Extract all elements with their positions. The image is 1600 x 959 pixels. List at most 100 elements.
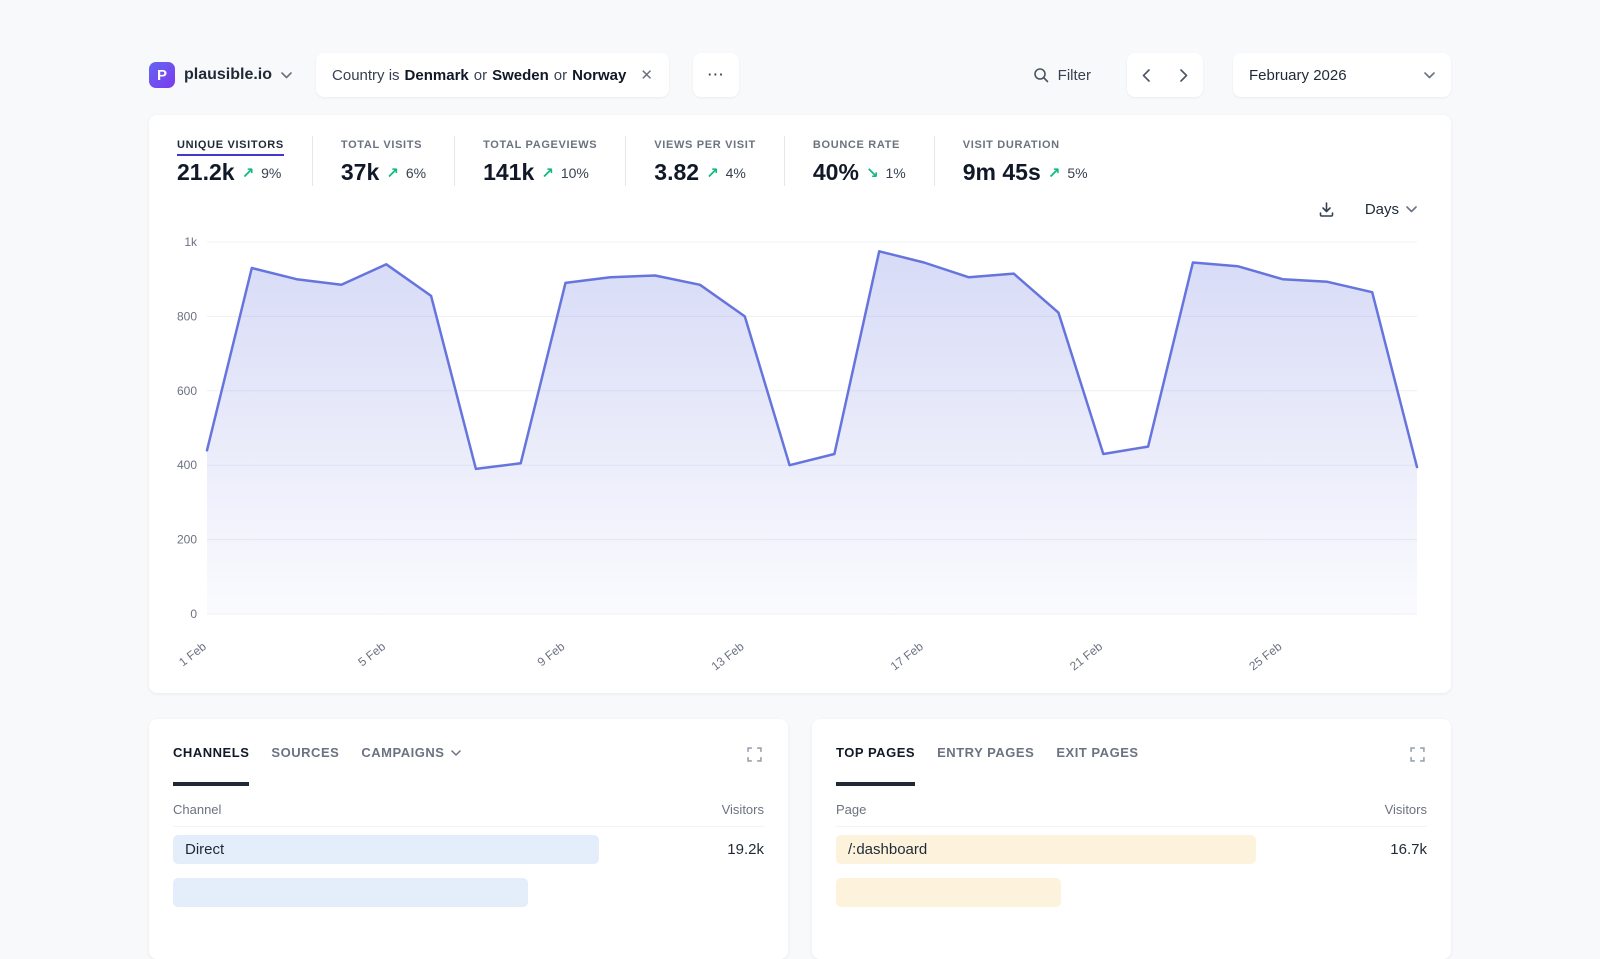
filter-prefix: Country is — [332, 67, 400, 84]
stat-label: VIEWS PER VISIT — [654, 139, 756, 151]
filter-button[interactable]: Filter — [1027, 66, 1097, 85]
chevron-right-icon — [1180, 69, 1188, 82]
trend-up-icon: ↗ — [242, 164, 255, 182]
trend-down-icon: ↘ — [866, 164, 879, 182]
date-picker[interactable]: February 2026 — [1233, 53, 1451, 97]
tab-top-pages[interactable]: TOP PAGES — [836, 745, 915, 786]
stat-change: 9% — [261, 165, 281, 181]
tab-exit-pages[interactable]: EXIT PAGES — [1056, 745, 1138, 786]
stat-views-per-visit[interactable]: VIEWS PER VISIT 3.82 ↗ 4% — [654, 135, 784, 186]
stat-change: 4% — [726, 165, 746, 181]
table-header: Channel Visitors — [173, 802, 764, 827]
trend-up-icon: ↗ — [706, 164, 719, 182]
row-bar — [173, 835, 599, 864]
svg-text:200: 200 — [177, 533, 197, 547]
table-row[interactable]: /:dashboard 16.7k — [836, 834, 1427, 865]
prev-period-button[interactable] — [1127, 53, 1165, 97]
stat-unique-visitors[interactable]: UNIQUE VISITORS 21.2k ↗ 9% — [177, 135, 312, 186]
table-row[interactable] — [836, 877, 1427, 908]
chevron-down-icon — [451, 750, 461, 756]
table-row[interactable] — [173, 877, 764, 908]
row-value: 16.7k — [1390, 841, 1427, 858]
svg-text:600: 600 — [177, 384, 197, 398]
trend-up-icon: ↗ — [386, 164, 399, 182]
interval-label: Days — [1365, 201, 1399, 218]
tab-label: SOURCES — [271, 745, 339, 760]
tab-label: ENTRY PAGES — [937, 745, 1034, 760]
row-bar — [836, 878, 1061, 907]
country-filter-pill[interactable]: Country is Denmark or Sweden or Norway ✕ — [316, 53, 669, 97]
channels-panel: CHANNELS SOURCES CAMPAIGNS Channel Visit… — [149, 719, 788, 959]
svg-text:21 Feb: 21 Feb — [1067, 639, 1105, 673]
stat-bounce-rate[interactable]: BOUNCE RATE 40% ↘ 1% — [813, 135, 934, 186]
stat-visit-duration[interactable]: VISIT DURATION 9m 45s ↗ 5% — [963, 135, 1116, 186]
dashboard: P plausible.io Country is Denmark or Swe… — [149, 0, 1451, 959]
svg-text:1 Feb: 1 Feb — [176, 639, 209, 669]
svg-text:0: 0 — [190, 607, 197, 621]
filter-country-2: Sweden — [492, 67, 549, 84]
visitors-chart[interactable]: 0 200 400 600 800 1k 1 Feb 5 Feb 9 Feb 13 Feb 17 F… — [163, 232, 1423, 689]
svg-text:13 Feb: 13 Feb — [709, 639, 747, 673]
next-period-button[interactable] — [1165, 53, 1203, 97]
tab-campaigns[interactable]: CAMPAIGNS — [361, 745, 460, 786]
interval-select[interactable]: Days — [1359, 200, 1423, 219]
tab-sources[interactable]: SOURCES — [271, 745, 339, 786]
trend-up-icon: ↗ — [1048, 164, 1061, 182]
topbar: P plausible.io Country is Denmark or Swe… — [149, 53, 1451, 97]
stat-value: 40% — [813, 159, 859, 186]
download-chart-button[interactable] — [1312, 200, 1341, 219]
analytics-card: UNIQUE VISITORS 21.2k ↗ 9% TOTAL VISITS … — [149, 115, 1451, 693]
row-bar — [173, 878, 528, 907]
topbar-right: Filter February 2026 — [1027, 53, 1451, 97]
svg-text:9 Feb: 9 Feb — [535, 639, 568, 669]
stat-value: 3.82 — [654, 159, 699, 186]
more-filters-button[interactable]: ⋯ — [693, 53, 739, 97]
table-header: Page Visitors — [836, 802, 1427, 827]
download-icon — [1318, 201, 1335, 218]
svg-text:25 Feb: 25 Feb — [1246, 639, 1284, 673]
chevron-down-icon — [281, 72, 292, 79]
filter-button-label: Filter — [1058, 67, 1091, 84]
stat-value: 37k — [341, 159, 379, 186]
topbar-left: P plausible.io Country is Denmark or Swe… — [149, 53, 739, 97]
stat-total-visits[interactable]: TOTAL VISITS 37k ↗ 6% — [341, 135, 454, 186]
chevron-down-icon — [1406, 206, 1417, 213]
svg-text:5 Feb: 5 Feb — [355, 639, 388, 669]
tab-channels[interactable]: CHANNELS — [173, 745, 249, 786]
filter-country-1: Denmark — [405, 67, 469, 84]
remove-filter-icon[interactable]: ✕ — [640, 68, 653, 83]
divider — [312, 136, 313, 186]
divider — [784, 136, 785, 186]
table-row[interactable]: Direct 19.2k — [173, 834, 764, 865]
tab-label: CHANNELS — [173, 745, 249, 760]
site-name: plausible.io — [184, 66, 272, 84]
svg-text:17 Feb: 17 Feb — [888, 639, 926, 673]
row-value: 19.2k — [727, 841, 764, 858]
trend-up-icon: ↗ — [541, 164, 554, 182]
expand-panel-icon[interactable] — [1408, 745, 1427, 767]
plausible-logo-icon: P — [149, 62, 175, 88]
svg-text:800: 800 — [177, 309, 197, 323]
stat-label: TOTAL PAGEVIEWS — [483, 139, 597, 151]
tab-entry-pages[interactable]: ENTRY PAGES — [937, 745, 1034, 786]
column-name: Page — [836, 802, 866, 817]
stat-total-pageviews[interactable]: TOTAL PAGEVIEWS 141k ↗ 10% — [483, 135, 625, 186]
divider — [625, 136, 626, 186]
stat-value: 9m 45s — [963, 159, 1041, 186]
tab-label: CAMPAIGNS — [361, 745, 444, 760]
column-name: Channel — [173, 802, 221, 817]
chart-toolbar: Days — [177, 194, 1423, 224]
filter-or-2: or — [554, 67, 567, 84]
stat-change: 10% — [561, 165, 589, 181]
date-picker-label: February 2026 — [1249, 67, 1347, 84]
tab-label: TOP PAGES — [836, 745, 915, 760]
row-label: Direct — [173, 841, 224, 858]
divider — [934, 136, 935, 186]
stat-value: 141k — [483, 159, 534, 186]
site-picker[interactable]: P plausible.io — [149, 62, 292, 88]
stat-change: 5% — [1067, 165, 1087, 181]
expand-panel-icon[interactable] — [745, 745, 764, 767]
svg-text:1k: 1k — [184, 235, 198, 249]
svg-text:400: 400 — [177, 458, 197, 472]
pages-panel: TOP PAGES ENTRY PAGES EXIT PAGES Page Vi… — [812, 719, 1451, 959]
